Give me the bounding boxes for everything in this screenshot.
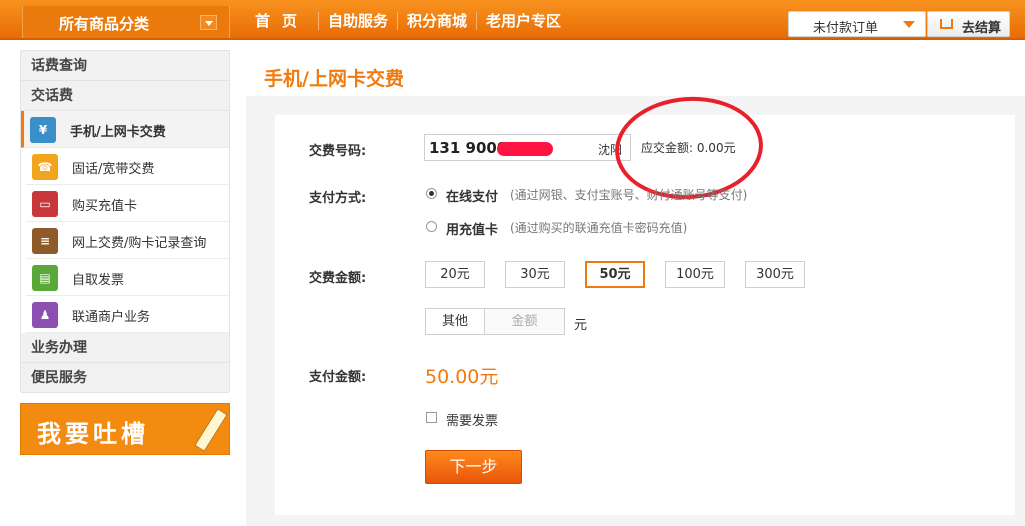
telephone-icon: ☎	[32, 154, 58, 180]
category-menu[interactable]: 所有商品分类	[22, 6, 230, 38]
online-pay-note: (通过网银、支付宝账号、财付通账号等支付)	[510, 188, 748, 202]
redaction-mark	[497, 142, 553, 156]
sidebar-item-merchant[interactable]: ♟ 联通商户业务	[26, 296, 229, 333]
record-icon: ≡	[32, 228, 58, 254]
nav-home[interactable]: 首页	[246, 12, 320, 30]
amount-label: 交费金额:	[309, 271, 367, 286]
sidebar-group-pay[interactable]: 交话费	[21, 81, 229, 111]
card-pay-note: (通过购买的联通充值卡密码充值)	[510, 221, 688, 235]
cart-icon	[940, 19, 953, 29]
sidebar-item-label: 固话/宽带交费	[72, 162, 155, 177]
sidebar-group-convenience[interactable]: 便民服务	[21, 363, 229, 393]
radio-card-pay[interactable]	[426, 221, 437, 232]
next-step-button[interactable]: 下一步	[425, 450, 522, 484]
sidebar-item-label: 手机/上网卡交费	[70, 125, 166, 140]
radio-online-pay[interactable]	[426, 188, 437, 199]
category-title[interactable]: 所有商品分类	[59, 13, 149, 34]
pay-total-label: 支付金额:	[309, 370, 367, 385]
phone-number-field[interactable]: 131 9009 沈阳	[424, 134, 631, 161]
amount-option-20[interactable]: 20元	[425, 261, 485, 288]
amount-unit: 元	[574, 318, 588, 333]
other-amount-button[interactable]: 其他	[425, 308, 485, 335]
chevron-down-icon[interactable]	[200, 15, 217, 30]
checkout-label: 去结算	[962, 21, 1002, 36]
phone-label: 交费号码:	[309, 144, 367, 159]
sidebar-item-records[interactable]: ≡ 网上交费/购卡记录查询	[26, 222, 229, 259]
amount-option-300[interactable]: 300元	[745, 261, 805, 288]
sidebar-item-label: 自取发票	[72, 273, 125, 288]
sidebar-item-label: 联通商户业务	[72, 310, 151, 325]
feedback-banner-text: 我要吐槽	[37, 419, 149, 448]
card-pay-label[interactable]: 用充值卡	[446, 219, 498, 238]
sidebar-item-label: 购买充值卡	[72, 199, 138, 214]
sidebar-item-landline-pay[interactable]: ☎ 固话/宽带交费	[26, 148, 229, 185]
pay-total-value: 50.00元	[425, 366, 499, 388]
card-icon: ▭	[32, 191, 58, 217]
invoice-icon: ▤	[32, 265, 58, 291]
sidebar-item-buy-card[interactable]: ▭ 购买充值卡	[26, 185, 229, 222]
sidebar-item-invoice[interactable]: ▤ 自取发票	[26, 259, 229, 296]
checkout-button[interactable]: 去结算	[927, 11, 1010, 37]
page-title: 手机/上网卡交费	[264, 68, 404, 90]
sidebar-group-business[interactable]: 业务办理	[21, 333, 229, 363]
phone-number-value: 131 9009	[429, 139, 508, 157]
pencil-icon	[194, 408, 228, 452]
top-nav-bar: 所有商品分类 首页 自助服务 积分商城 老用户专区 未付款订单 去结算	[0, 0, 1025, 40]
online-pay-label[interactable]: 在线支付	[446, 186, 498, 205]
nav-old-users[interactable]: 老用户专区	[477, 12, 570, 30]
main-nav: 首页 自助服务 积分商城 老用户专区	[246, 12, 570, 30]
feedback-banner[interactable]: 我要吐槽	[20, 403, 230, 455]
merchant-icon: ♟	[32, 302, 58, 328]
unpaid-orders-label: 未付款订单	[813, 21, 879, 36]
pay-method-label: 支付方式:	[309, 191, 367, 206]
nav-self-service[interactable]: 自助服务	[319, 12, 399, 30]
caret-down-icon	[903, 21, 915, 28]
sidebar-item-mobile-pay[interactable]: ¥ 手机/上网卡交费	[21, 111, 229, 148]
sidebar-group-query[interactable]: 话费查询	[21, 51, 229, 81]
mobile-icon: ¥	[30, 117, 56, 143]
amount-option-50[interactable]: 50元	[585, 261, 645, 288]
amount-option-30[interactable]: 30元	[505, 261, 565, 288]
invoice-label[interactable]: 需要发票	[446, 410, 498, 429]
sidebar-item-label: 网上交费/购卡记录查询	[72, 236, 207, 251]
custom-amount-input[interactable]	[484, 308, 565, 335]
nav-points-mall[interactable]: 积分商城	[398, 12, 478, 30]
sidebar: 话费查询 交话费 ¥ 手机/上网卡交费 ☎ 固话/宽带交费 ▭ 购买充值卡 ≡ …	[20, 50, 230, 393]
unpaid-orders-select[interactable]: 未付款订单	[788, 11, 926, 37]
invoice-checkbox[interactable]	[426, 412, 437, 423]
amount-option-100[interactable]: 100元	[665, 261, 725, 288]
